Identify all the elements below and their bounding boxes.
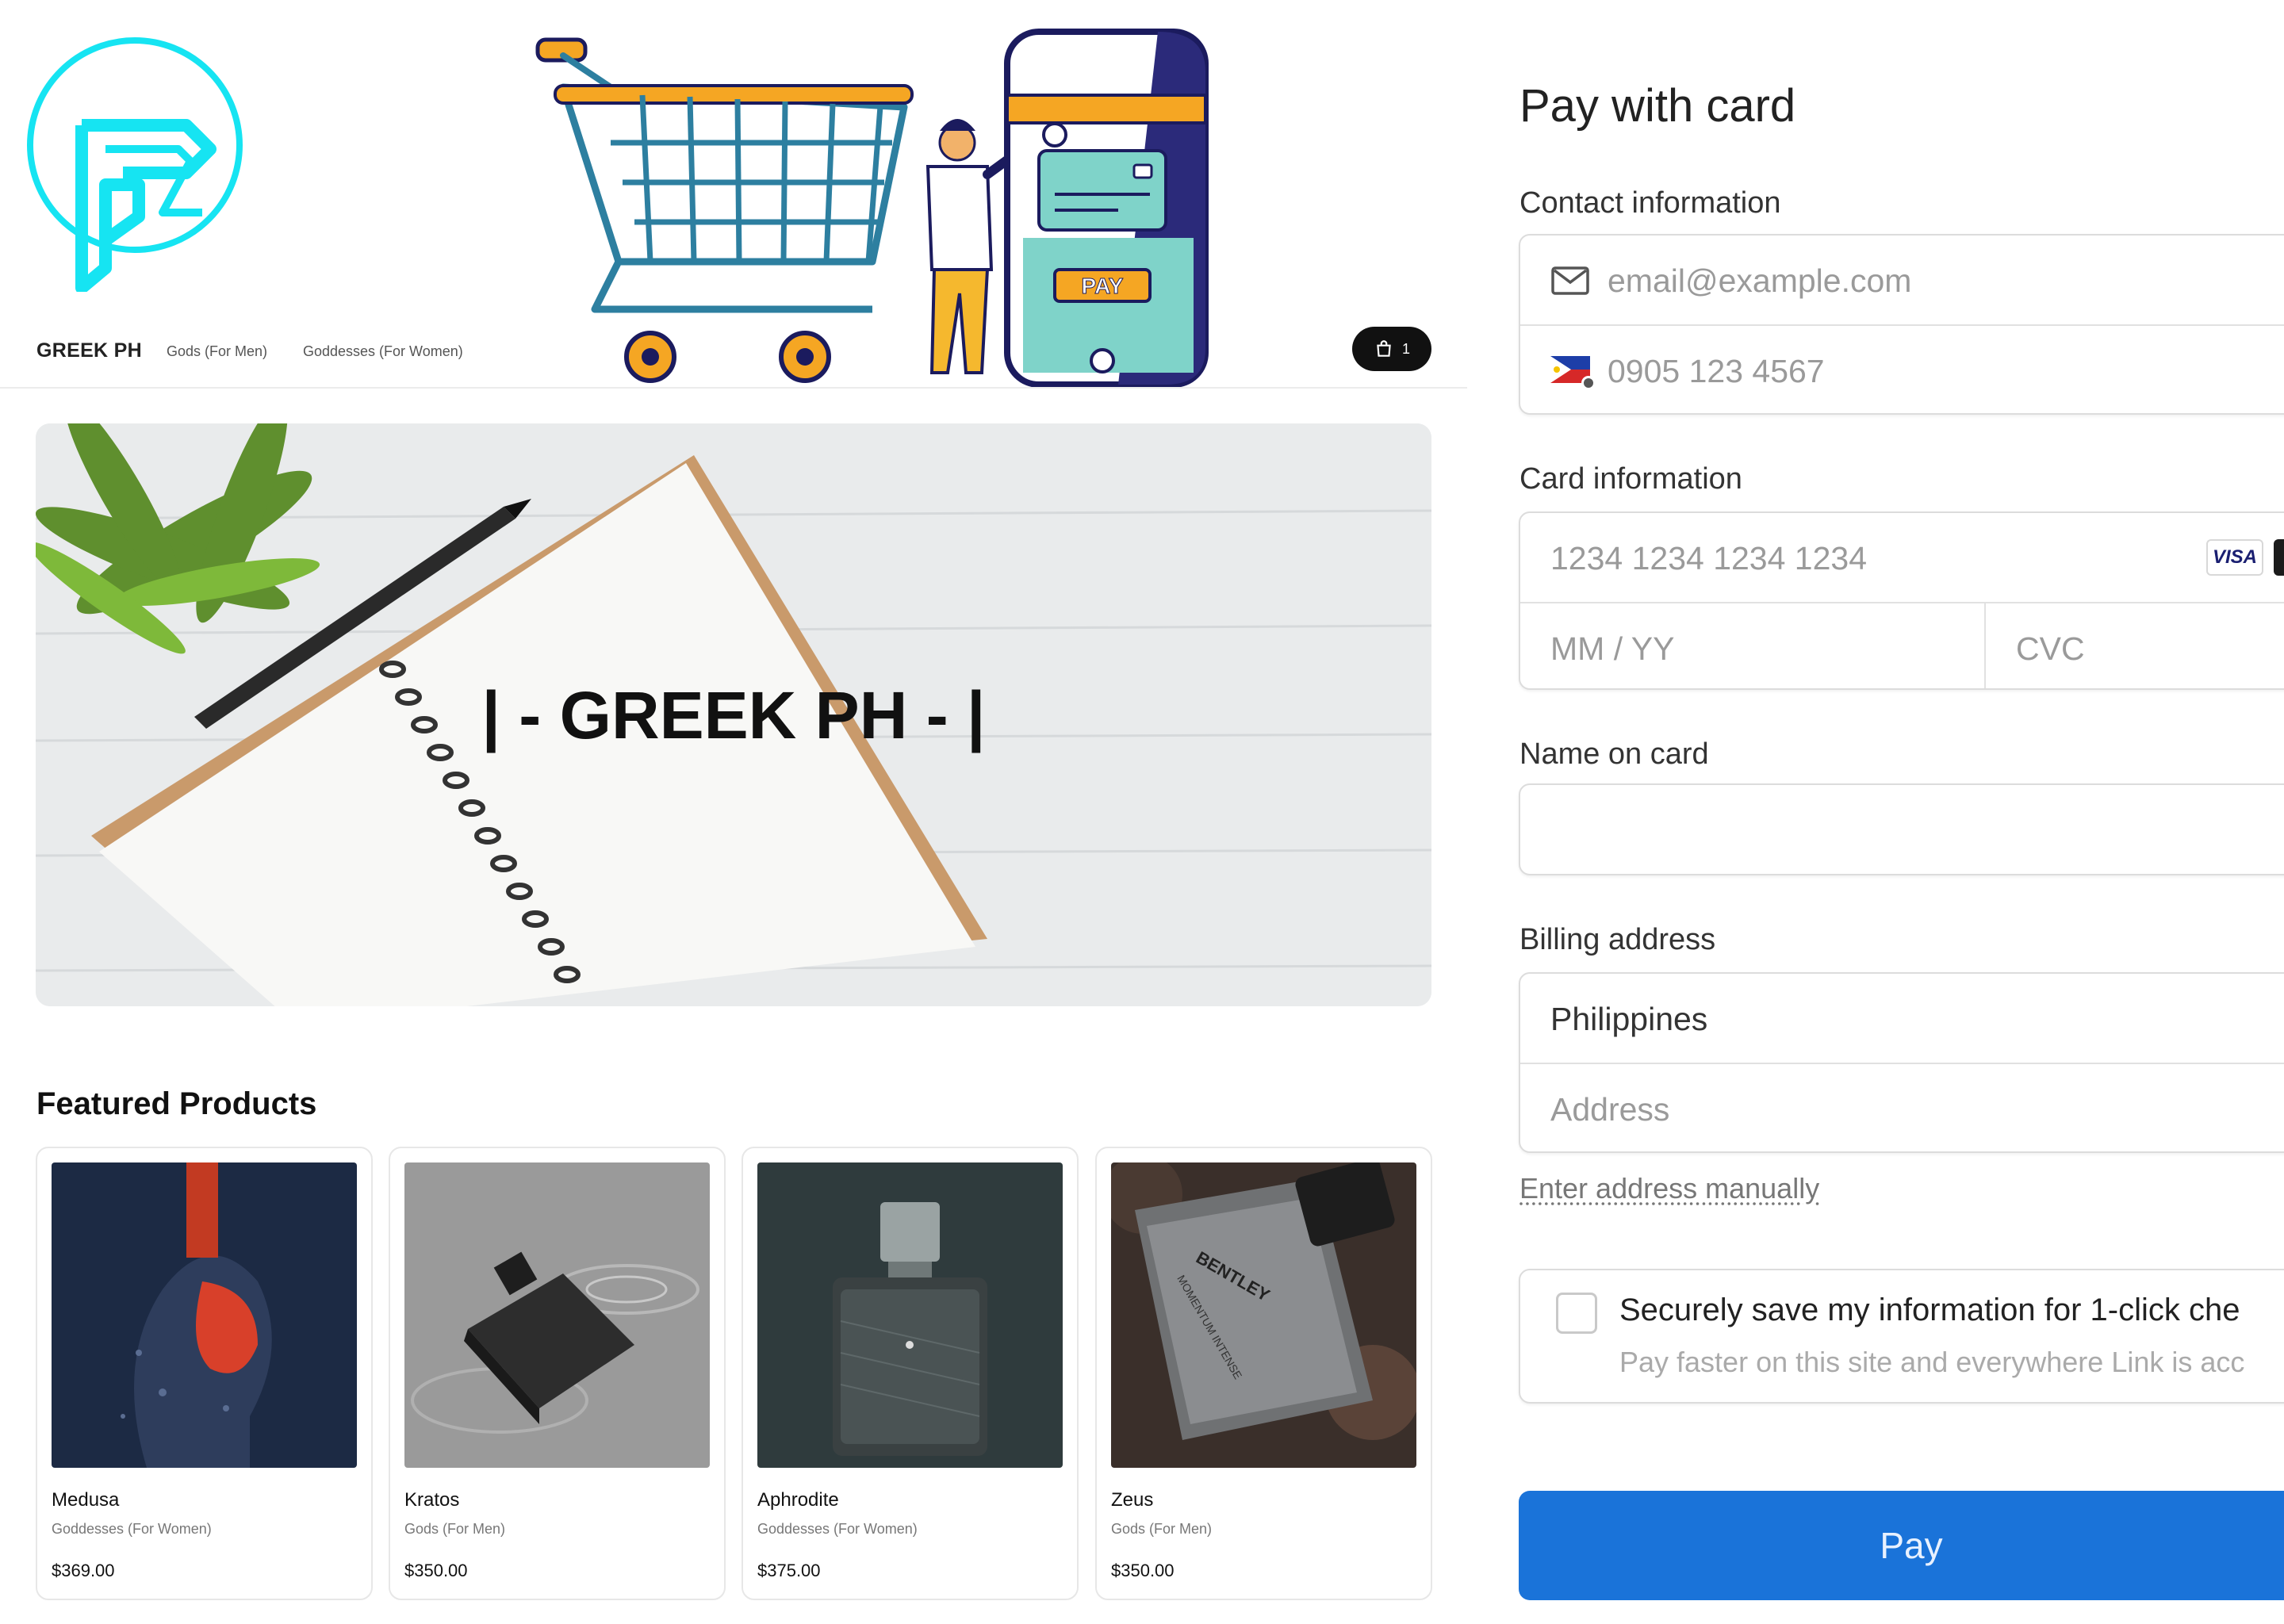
phone-placeholder: 0905 123 4567 bbox=[1608, 353, 1825, 389]
expiry-field[interactable]: MM / YY bbox=[1520, 602, 1984, 688]
hero-banner: | - GREEK PH - | bbox=[36, 423, 1431, 1006]
product-price: $375.00 bbox=[757, 1561, 821, 1580]
nav-link-goddesses[interactable]: Goddesses (For Women) bbox=[303, 343, 463, 360]
card-info-box: 1234 1234 1234 1234 VISA MM / YY CVC bbox=[1519, 511, 2284, 690]
save-info-title[interactable]: Securely save my information for 1-click… bbox=[1619, 1293, 2240, 1328]
product-image-aphrodite[interactable] bbox=[757, 1162, 1063, 1468]
nav-link-gods[interactable]: Gods (For Men) bbox=[167, 343, 267, 360]
product-card[interactable]: Kratos Gods (For Men) $350.00 bbox=[389, 1147, 726, 1600]
hero-title: | - GREEK PH - | bbox=[481, 678, 986, 753]
product-price: $369.00 bbox=[52, 1561, 115, 1580]
email-field[interactable]: email@example.com bbox=[1520, 236, 2284, 323]
product-name[interactable]: Zeus bbox=[1111, 1489, 1153, 1511]
product-category: Goddesses (For Women) bbox=[52, 1521, 212, 1537]
product-name[interactable]: Medusa bbox=[52, 1489, 119, 1511]
product-card[interactable]: Medusa Goddesses (For Women) $369.00 bbox=[36, 1147, 373, 1600]
address-field[interactable]: Address bbox=[1520, 1063, 2284, 1150]
product-card[interactable]: BENTLEY MOMENTUM INTENSE Zeus Gods (For … bbox=[1095, 1147, 1432, 1600]
expiry-placeholder: MM / YY bbox=[1550, 630, 1675, 667]
shopping-bag-icon bbox=[1377, 340, 1391, 357]
contact-info-label: Contact information bbox=[1519, 186, 1781, 220]
card-info-label: Card information bbox=[1519, 462, 1742, 496]
email-placeholder: email@example.com bbox=[1608, 262, 1912, 299]
save-info-box: Securely save my information for 1-click… bbox=[1519, 1269, 2284, 1404]
name-on-card-field[interactable] bbox=[1519, 783, 2284, 875]
mastercard-icon bbox=[2274, 539, 2284, 576]
store-nav-bar: GREEK PH Gods (For Men) Goddesses (For W… bbox=[0, 317, 1467, 389]
country-select[interactable]: Philippines bbox=[1520, 974, 2284, 1061]
save-info-checkbox[interactable] bbox=[1556, 1293, 1597, 1334]
product-category: Gods (For Men) bbox=[1111, 1521, 1213, 1537]
cvc-placeholder: CVC bbox=[2016, 630, 2085, 667]
card-number-field[interactable]: 1234 1234 1234 1234 VISA bbox=[1520, 513, 2284, 600]
product-image-kratos[interactable] bbox=[404, 1162, 710, 1468]
philippines-flag-icon bbox=[1550, 356, 1595, 390]
product-image-zeus[interactable]: BENTLEY MOMENTUM INTENSE bbox=[1111, 1162, 1416, 1468]
product-price: $350.00 bbox=[1111, 1561, 1175, 1580]
cart-button[interactable]: 1 bbox=[1352, 327, 1431, 371]
billing-address-box: Philippines Address bbox=[1519, 972, 2284, 1153]
product-grid: Medusa Goddesses (For Women) $369.00 Kra… bbox=[36, 1147, 1433, 1603]
save-info-subtitle: Pay faster on this site and everywhere L… bbox=[1619, 1346, 2245, 1378]
cart-count: 1 bbox=[1401, 340, 1410, 357]
storefront-panel: PAY GREEK PH Gods (For Men) Goddesses (F… bbox=[0, 0, 1467, 1624]
pay-button[interactable]: Pay bbox=[1519, 1491, 2284, 1600]
checkout-title: Pay with card bbox=[1519, 80, 1796, 132]
phone-field[interactable]: 0905 123 4567 bbox=[1520, 324, 2284, 412]
country-value: Philippines bbox=[1550, 1001, 1708, 1037]
product-name[interactable]: Kratos bbox=[404, 1489, 459, 1511]
product-category: Gods (For Men) bbox=[404, 1521, 506, 1537]
brand-name[interactable]: GREEK PH bbox=[36, 339, 142, 362]
product-card[interactable]: Aphrodite Goddesses (For Women) $375.00 bbox=[742, 1147, 1079, 1600]
enter-address-manually-link[interactable]: Enter address manually bbox=[1519, 1172, 1819, 1205]
product-image-medusa[interactable] bbox=[52, 1162, 357, 1468]
featured-products-heading: Featured Products bbox=[36, 1086, 317, 1121]
address-placeholder: Address bbox=[1550, 1091, 1670, 1128]
illustration-pay-text: PAY bbox=[1082, 274, 1124, 298]
cvc-field[interactable]: CVC bbox=[1984, 602, 2284, 688]
billing-address-label: Billing address bbox=[1519, 923, 1716, 956]
product-category: Goddesses (For Women) bbox=[757, 1521, 918, 1537]
product-name[interactable]: Aphrodite bbox=[757, 1489, 839, 1511]
product-price: $350.00 bbox=[404, 1561, 468, 1580]
card-number-placeholder: 1234 1234 1234 1234 bbox=[1550, 540, 1868, 576]
mail-icon bbox=[1551, 266, 1589, 295]
contact-info-box: email@example.com 0905 123 4567 bbox=[1519, 234, 2284, 415]
checkout-panel: Pay with card Contact information email@… bbox=[1467, 0, 2284, 1624]
brand-logo-icon bbox=[27, 37, 243, 292]
name-on-card-label: Name on card bbox=[1519, 737, 1709, 771]
visa-icon: VISA bbox=[2206, 539, 2263, 576]
